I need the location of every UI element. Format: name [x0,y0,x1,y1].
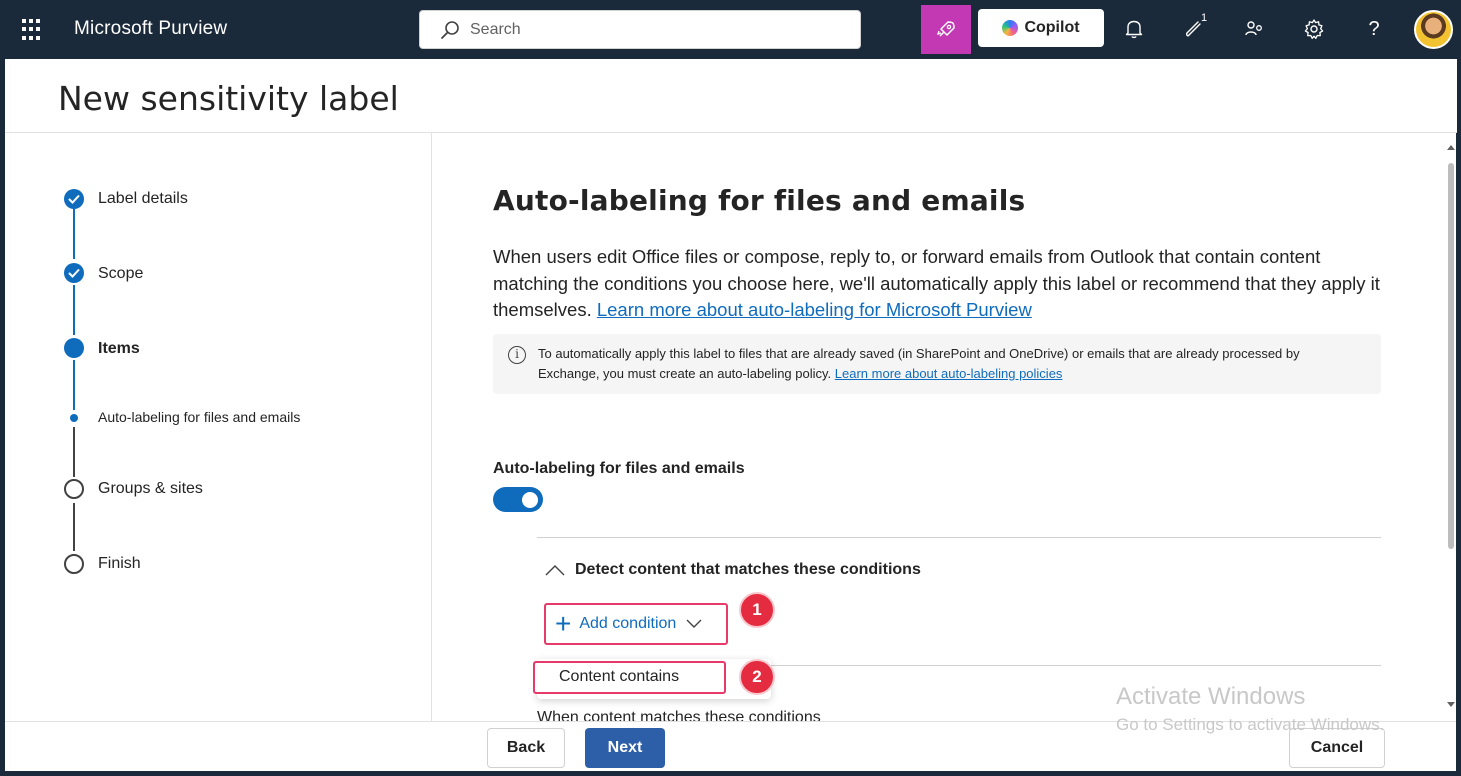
toggle-knob [522,491,538,508]
copilot-button[interactable]: Copilot [978,9,1104,47]
page-title: New sensitivity label [58,79,399,118]
step-connector [73,503,75,551]
step-finish[interactable]: Finish [98,555,141,573]
scroll-down-icon[interactable] [1447,702,1455,707]
conditions-section-header[interactable]: Detect content that matches these condit… [545,561,921,579]
step-label-details[interactable]: Label details [98,190,188,208]
divider [537,537,1381,538]
help-icon[interactable]: ? [1361,16,1387,42]
step-connector [73,209,75,259]
callout-badge-1: 1 [739,592,775,628]
scroll-thumb[interactable] [1448,163,1454,549]
top-bar: Microsoft Purview Copilot 1 [0,0,1461,59]
scrollbar[interactable] [1445,133,1456,721]
auto-labeling-toggle[interactable] [493,487,543,512]
back-button[interactable]: Back [487,728,565,768]
rocket-icon [936,20,955,37]
step-items[interactable]: Items [98,340,140,358]
chevron-up-icon [545,565,565,576]
substep-auto-labeling[interactable]: Auto-labeling for files and emails [98,409,300,425]
substep-current-icon [70,414,78,422]
add-condition-label: Add condition [579,615,677,632]
next-button[interactable]: Next [585,728,665,768]
when-match-text: When content matches these conditions [537,709,821,721]
info-icon: i [508,346,526,364]
info-banner: i To automatically apply this label to f… [493,334,1381,394]
auto-labeling-policies-link[interactable]: Learn more about auto-labeling policies [835,366,1063,381]
learn-more-link[interactable]: Learn more about auto-labeling for Micro… [597,299,1032,320]
toggle-label: Auto-labeling for files and emails [493,460,745,477]
step-pending-icon [64,479,84,499]
window-frame-bottom [0,771,1461,776]
search-box[interactable] [419,10,861,49]
step-connector [73,427,75,477]
plus-icon: + [555,608,572,639]
add-condition-button[interactable]: + Add condition [544,603,728,645]
step-complete-icon [64,189,84,209]
rocket-button[interactable] [921,5,971,54]
conditions-section-title: Detect content that matches these condit… [575,561,921,578]
app-name[interactable]: Microsoft Purview [74,18,227,40]
step-connector [73,285,75,335]
copilot-label: Copilot [1024,19,1080,36]
description: When users edit Office files or compose,… [493,244,1393,324]
people-settings-icon[interactable] [1241,16,1267,42]
chevron-down-icon [686,619,702,628]
step-current-icon [64,338,84,358]
page-header: New sensitivity label [5,59,1457,133]
step-groups-sites[interactable]: Groups & sites [98,480,203,498]
step-connector [73,360,75,410]
step-scope[interactable]: Scope [98,265,143,283]
gear-icon[interactable] [1301,16,1327,42]
notification-badge: 1 [1201,12,1208,24]
scroll-up-icon[interactable] [1447,145,1455,150]
activation-watermark-text: Go to Settings to activate Windows. [1116,715,1385,734]
window-frame-right [1456,59,1461,776]
menu-item-content-contains[interactable]: Content contains [533,661,726,694]
search-icon [441,20,459,39]
step-pending-icon [64,554,84,574]
bell-icon[interactable] [1121,16,1147,42]
wizard-stepper: Label details Scope Items Auto-labeling … [5,133,432,721]
copilot-icon [1002,20,1019,36]
avatar[interactable] [1414,10,1453,49]
step-complete-icon [64,263,84,283]
app-launcher-icon[interactable] [22,19,44,41]
activation-watermark-title: Activate Windows [1116,683,1306,710]
main-content: Auto-labeling for files and emails When … [433,133,1445,721]
section-heading: Auto-labeling for files and emails [493,184,1026,217]
callout-badge-2: 2 [739,659,775,695]
search-input[interactable] [470,20,830,39]
